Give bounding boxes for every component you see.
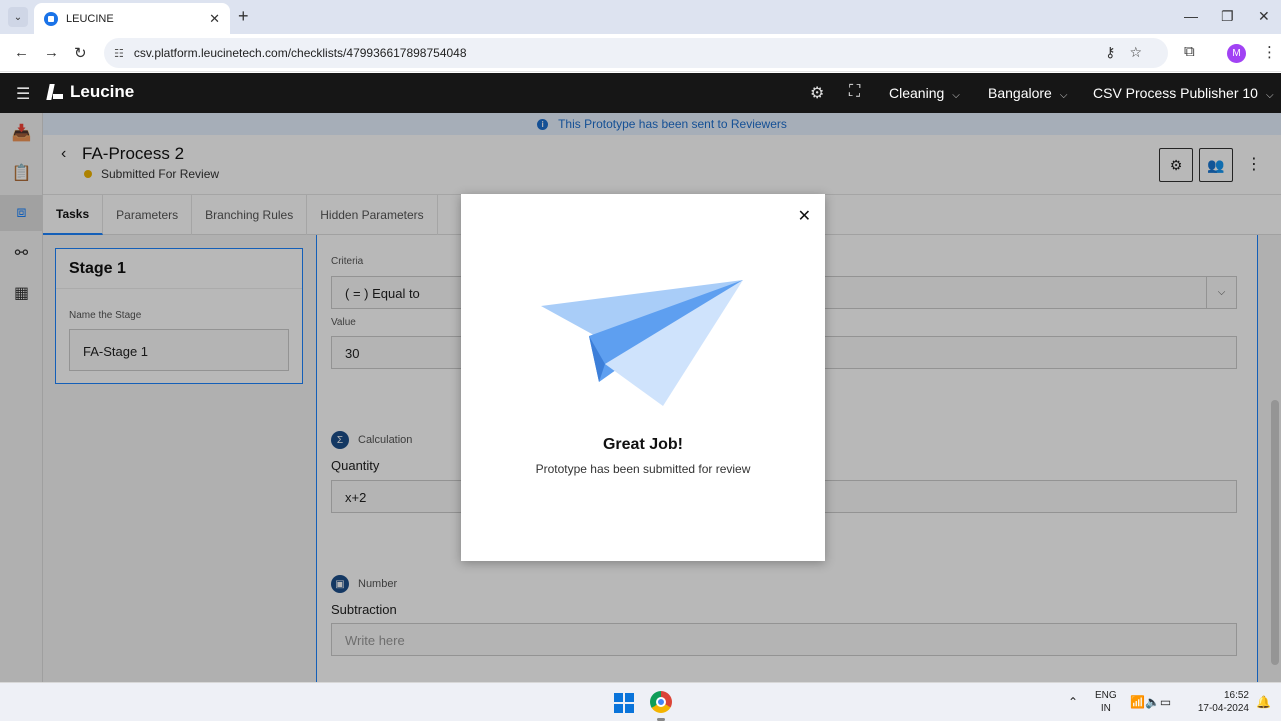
restore-icon[interactable]: ❐ (1221, 8, 1234, 25)
forward-arrow-icon[interactable]: → (44, 44, 59, 61)
tray-chevron-icon[interactable]: ⌃ (1068, 695, 1078, 709)
reload-icon[interactable]: ↻ (74, 44, 87, 62)
url-omnibox[interactable]: ☷ csv.platform.leucinetech.com/checklist… (104, 38, 1168, 68)
brand-logo[interactable]: Leucine (46, 82, 134, 102)
language-indicator[interactable]: ENG IN (1095, 689, 1117, 715)
minimize-icon[interactable]: — (1184, 8, 1198, 24)
app-header: ☰ Leucine ⚙ ⛶ Cleaning ⌵ Bangalore ⌵ CSV P… (0, 73, 1281, 113)
notification-bell-icon[interactable]: 🔔 (1256, 695, 1271, 709)
scan-icon[interactable]: ⛶ (849, 83, 860, 101)
chrome-app-icon[interactable] (650, 691, 672, 713)
facility-select[interactable]: Cleaning ⌵ (889, 85, 960, 101)
modal-message: Prototype has been submitted for review (535, 462, 751, 476)
windows-start-icon[interactable] (614, 693, 634, 713)
facility-select-value: Cleaning (889, 85, 945, 101)
url-text[interactable]: csv.platform.leucinetech.com/checklists/… (134, 46, 467, 60)
tab-title: LEUCINE (66, 12, 114, 25)
paper-plane-icon (541, 280, 743, 406)
chevron-down-icon: ⌵ (1265, 90, 1274, 101)
location-select[interactable]: Bangalore ⌵ (988, 85, 1067, 101)
profile-avatar[interactable]: M (1227, 44, 1246, 63)
clock-date: 17-04-2024 (1197, 703, 1249, 714)
tab-close-icon[interactable]: ✕ (209, 11, 220, 27)
modal-close-icon[interactable]: ✕ (798, 206, 811, 226)
chevron-down-icon: ⌵ (1059, 90, 1068, 101)
success-modal: ✕ Great Job! Prototype has been submitte… (461, 194, 825, 561)
browser-tab-bar: ⌄ LEUCINE ✕ + — ❐ ✕ (0, 0, 1281, 34)
leucine-favicon-icon (44, 11, 58, 26)
site-settings-icon[interactable]: ☷ (114, 47, 124, 60)
system-clock[interactable]: 16:52 17-04-2024 (1196, 689, 1249, 715)
os-taskbar: ⌃ ENG IN 📶🔈▭ 16:52 17-04-2024 🔔 (0, 682, 1281, 721)
leucine-logo-icon (46, 83, 64, 101)
extensions-icon[interactable]: ⧉ (1184, 43, 1195, 60)
key-star-icons[interactable]: ⚷☆ (1105, 44, 1156, 61)
browser-menu-icon[interactable]: ⋮ (1262, 43, 1277, 61)
lang-bottom: IN (1100, 703, 1111, 714)
window-close-icon[interactable]: ✕ (1258, 8, 1270, 25)
modal-title: Great Job! (602, 436, 683, 453)
back-arrow-icon[interactable]: ← (14, 44, 29, 61)
browser-tab[interactable]: LEUCINE ✕ (34, 3, 230, 34)
chevron-down-icon: ⌵ (952, 90, 960, 101)
location-select-value: Bangalore (988, 85, 1052, 101)
clock-time: 16:52 (1223, 690, 1249, 701)
lang-top: ENG (1095, 690, 1117, 701)
user-select[interactable]: CSV Process Publisher 10 ⌵ (1093, 85, 1274, 101)
settings-gear-icon[interactable]: ⚙ (810, 83, 824, 103)
address-bar-row: ← → ↻ ☷ csv.platform.leucinetech.com/che… (0, 34, 1281, 72)
new-tab-icon[interactable]: + (238, 6, 249, 27)
user-select-value: CSV Process Publisher 10 (1093, 85, 1258, 101)
wifi-volume-battery-icons[interactable]: 📶🔈▭ (1130, 695, 1171, 709)
tab-search-icon[interactable]: ⌄ (8, 7, 28, 27)
brand-name: Leucine (70, 82, 135, 101)
hamburger-menu-icon[interactable]: ☰ (16, 84, 30, 104)
